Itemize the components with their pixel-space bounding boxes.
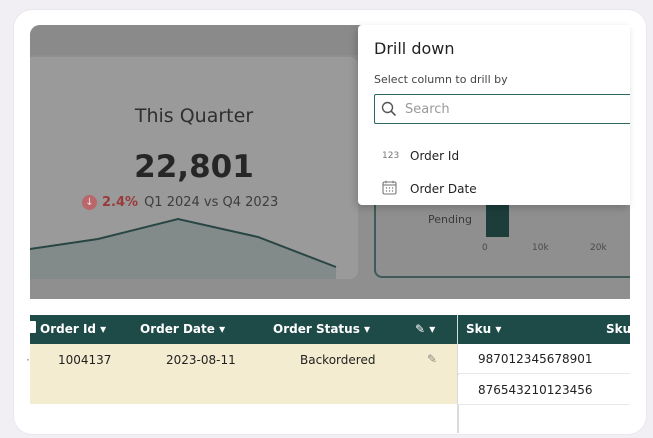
drill-option-label: Order Id: [410, 149, 460, 163]
sku-grid: Sku ▾ Sku 987012345678901 87654321012345…: [458, 315, 631, 433]
kpi-comparison-label: Q1 2024 vs Q4 2023: [144, 195, 279, 210]
column-header-order-status[interactable]: Order Status ▾: [273, 322, 370, 336]
axis-tick: 0: [482, 243, 488, 253]
search-input[interactable]: Search: [374, 94, 630, 124]
calendar-icon: [382, 180, 410, 198]
drill-down-popover: Drill down Select column to drill by Sea…: [358, 25, 630, 205]
drill-option-label: Order Date: [410, 182, 477, 196]
column-header-label: Order Id: [40, 322, 96, 336]
kpi-delta: 2.4%: [102, 195, 139, 210]
kpi-sparkline: [30, 217, 337, 279]
app-frame: This Quarter 22,801 ↓ 2.4% Q1 2024 vs Q4…: [14, 10, 646, 434]
section-gap: [30, 299, 630, 315]
orders-grid: Order Id ▾ Order Date ▾ Order Status ▾ ✎…: [26, 315, 458, 433]
drill-option-order-id[interactable]: 123 Order Id: [382, 149, 459, 163]
edit-icon[interactable]: ✎: [427, 352, 437, 366]
table-row[interactable]: 987012345678901: [458, 344, 630, 374]
search-icon: [381, 101, 397, 117]
column-header-label: Order Date: [140, 322, 215, 336]
arrow-down-circle-icon: ↓: [82, 195, 97, 210]
column-header-sku[interactable]: Sku ▾: [466, 322, 501, 336]
column-header-label: Order Status: [273, 322, 360, 336]
column-header-label: Sku: [466, 322, 492, 336]
axis-tick: 20k: [590, 243, 607, 253]
column-header-order-date[interactable]: Order Date ▾: [140, 322, 225, 336]
kpi-title: This Quarter: [134, 105, 254, 127]
bar-category-label: Pending: [428, 213, 472, 226]
column-header-sku-2[interactable]: Sku: [606, 322, 631, 336]
number-type-icon: 123: [382, 151, 400, 161]
table-row[interactable]: 876543210123456: [458, 375, 630, 405]
drill-option-order-date[interactable]: Order Date: [382, 180, 477, 198]
column-header-edit[interactable]: ✎ ▾: [415, 322, 435, 336]
search-placeholder: Search: [405, 102, 450, 117]
axis-tick: 10k: [532, 243, 549, 253]
table-row[interactable]: · 1004137 2023-08-11 Backordered ✎: [26, 344, 458, 404]
drill-down-subtitle: Select column to drill by: [374, 73, 508, 86]
column-header-order-id[interactable]: Order Id ▾: [40, 322, 106, 336]
kpi-value: 22,801: [134, 149, 254, 185]
drill-down-title: Drill down: [374, 39, 455, 58]
cell-order-status: Backordered: [300, 353, 376, 367]
orders-grid-header: Order Id ▾ Order Date ▾ Order Status ▾ ✎…: [28, 315, 458, 344]
sku-grid-header: Sku ▾ Sku: [458, 315, 631, 344]
cell-sku: 987012345678901: [478, 352, 593, 366]
edit-icon: ✎: [415, 322, 426, 336]
header-checkbox[interactable]: [28, 321, 36, 333]
cell-order-id: 1004137: [58, 353, 112, 367]
kpi-comparison: ↓ 2.4% Q1 2024 vs Q4 2023: [82, 195, 278, 210]
cell-sku: 876543210123456: [478, 383, 593, 397]
row-expand-icon[interactable]: ·: [26, 353, 30, 367]
kpi-card[interactable]: This Quarter 22,801 ↓ 2.4% Q1 2024 vs Q4…: [30, 57, 358, 279]
cell-order-date: 2023-08-11: [166, 353, 236, 367]
